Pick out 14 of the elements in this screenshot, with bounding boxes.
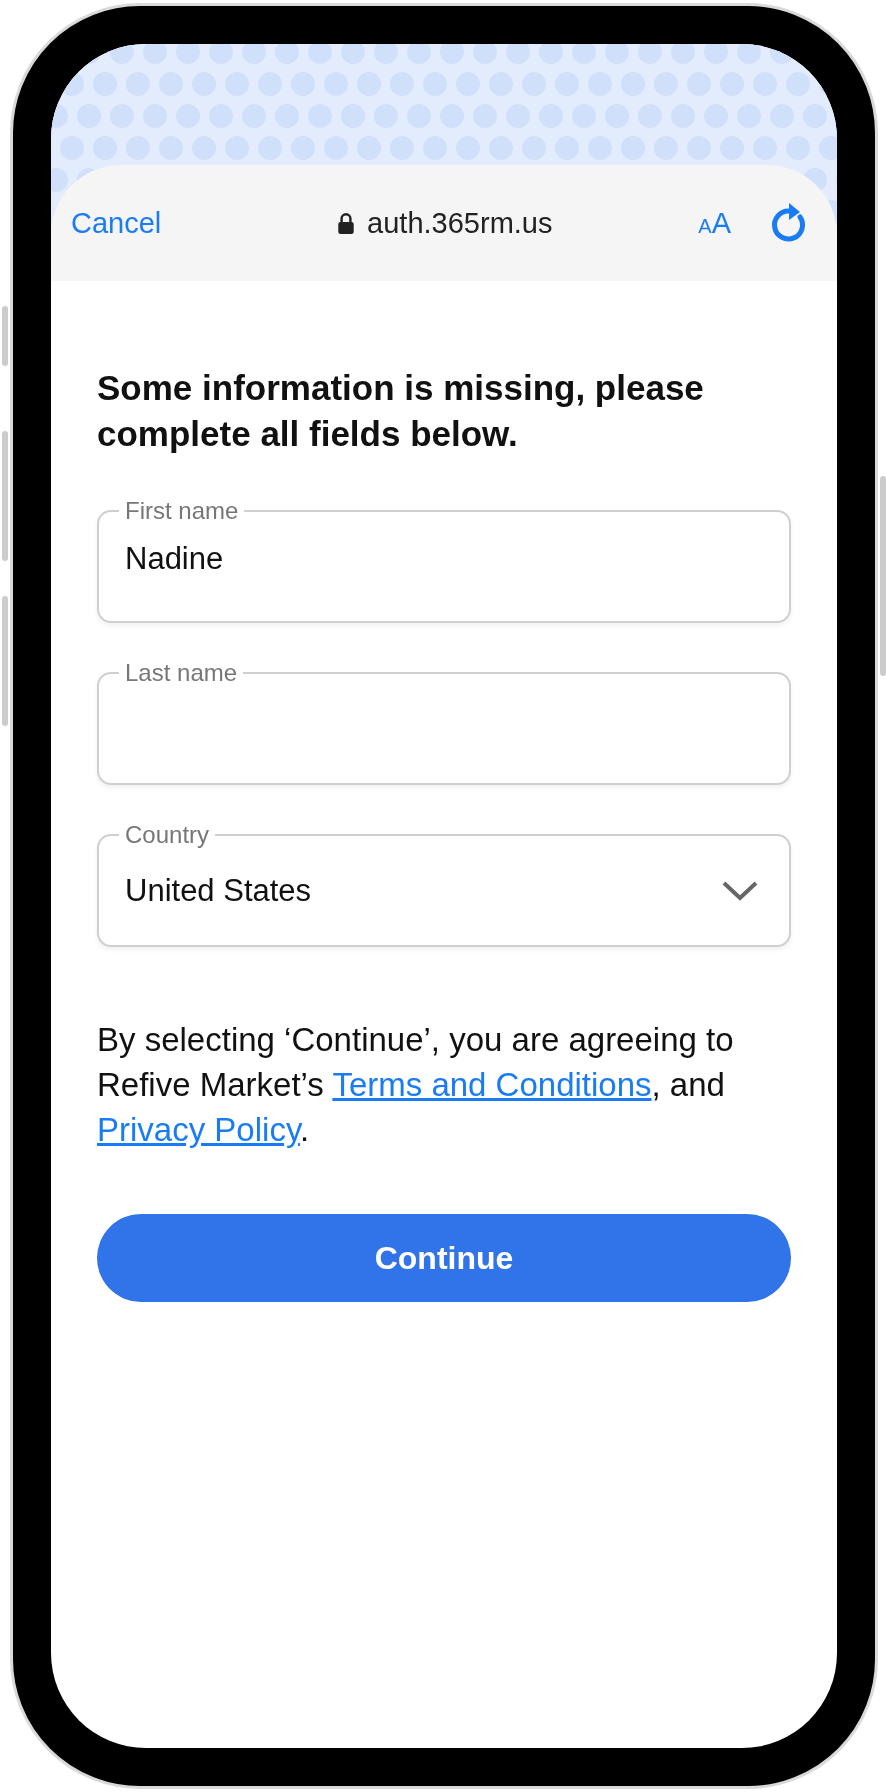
text-size-button[interactable]: AA <box>698 206 731 240</box>
chevron-down-icon <box>721 880 759 902</box>
cancel-button[interactable]: Cancel <box>71 206 162 240</box>
continue-button[interactable]: Continue <box>97 1214 791 1302</box>
form-heading: Some information is missing, please complete all fields below. <box>97 367 705 455</box>
field-label: First name <box>124 497 240 525</box>
field-label: Last name <box>124 659 239 687</box>
url-text: auth.365rm.us <box>367 206 553 240</box>
terms-text: By selecting ‘Continue’, you are agreeing to Refive Market’s Terms and Conditions, and Privacy Policy. <box>97 1020 735 1150</box>
terms-link[interactable]: Privacy Policy <box>97 1111 300 1148</box>
text-input[interactable]: Nadine <box>125 529 763 589</box>
lock-icon <box>337 212 356 234</box>
field-label: Country <box>124 821 211 849</box>
terms-link[interactable]: Terms and Conditions <box>332 1066 652 1103</box>
